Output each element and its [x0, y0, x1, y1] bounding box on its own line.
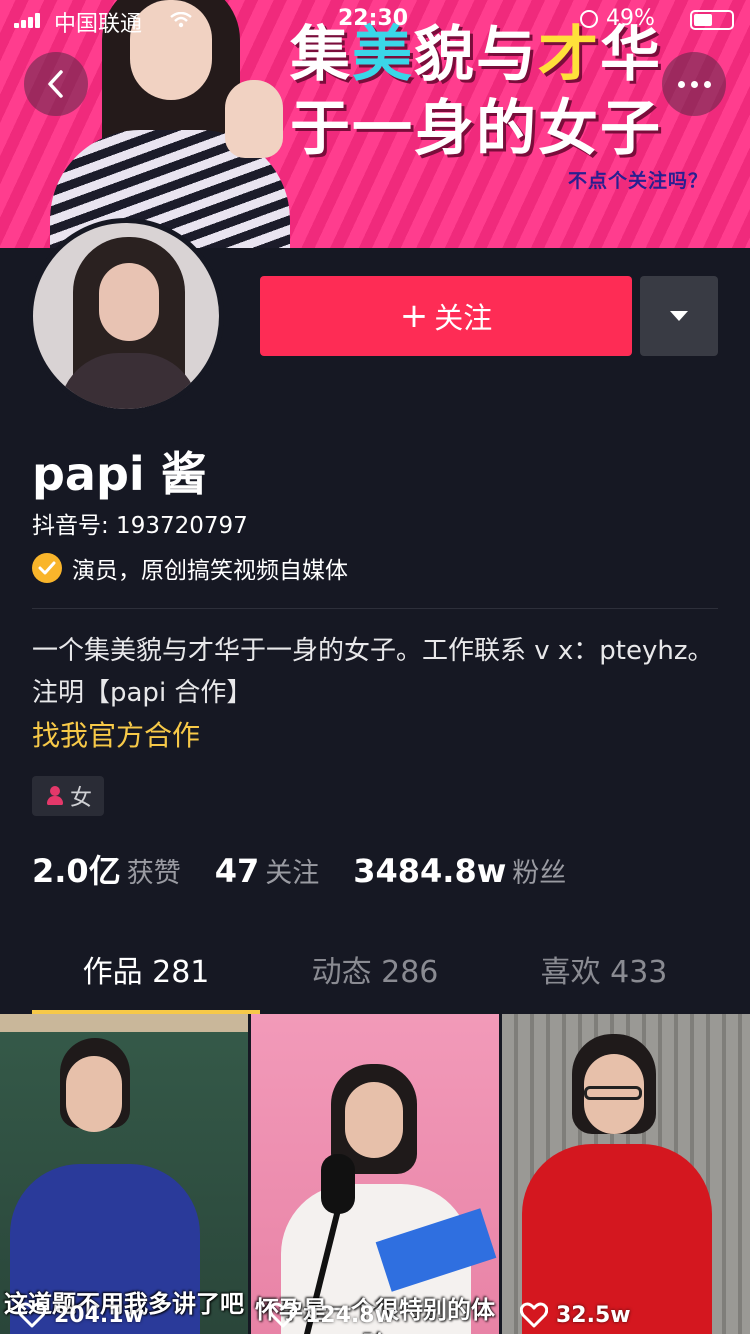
stat-following-value: 47 [214, 852, 260, 890]
video-grid: 这道题不用我多讲了吧 204.1w 怀孕是一个很特别的体验 124.8w 32.… [0, 1014, 750, 1334]
follow-button[interactable]: + 关注 [260, 276, 632, 356]
video-likes-count: 32.5w [556, 1302, 631, 1328]
battery-icon [690, 10, 734, 30]
battery-percent: 49% [606, 6, 655, 31]
gender-tag: 女 [32, 776, 105, 816]
video-likes-count: 204.1w [54, 1302, 144, 1328]
content-tabs: 作品 281 动态 286 喜欢 433 [0, 940, 750, 1014]
tab-activity[interactable]: 动态 286 [261, 940, 489, 1010]
video-tile[interactable]: 怀孕是一个很特别的体验 124.8w [251, 1014, 499, 1334]
stat-followers-label: 粉丝 [512, 858, 567, 889]
stat-following[interactable]: 47 关注 [215, 851, 320, 890]
verified-check-icon [32, 553, 62, 583]
tab-likes[interactable]: 喜欢 433 [490, 940, 718, 1010]
stat-likes-value: 2.0亿 [32, 852, 121, 890]
chevron-left-icon [48, 70, 63, 98]
douyin-id: 抖音号: 193720797 [32, 513, 248, 539]
video-likes: 204.1w [18, 1302, 144, 1328]
recommend-dropdown-button[interactable] [640, 276, 718, 356]
status-bar: 中国联通 22:30 49% [0, 0, 750, 40]
signal-icon [14, 12, 46, 28]
video-likes: 124.8w [269, 1302, 395, 1328]
official-cooperation-link[interactable]: 找我官方合作 [32, 714, 200, 754]
stat-likes-label: 获赞 [126, 858, 181, 889]
more-button[interactable] [662, 52, 726, 116]
banner-line-2: 于一身的女子 [290, 94, 662, 164]
video-likes: 32.5w [520, 1302, 631, 1328]
carrier-name: 中国联通 [54, 12, 143, 37]
avatar[interactable] [28, 218, 224, 414]
divider [32, 608, 718, 609]
rotation-lock-icon [580, 10, 598, 28]
heart-icon [520, 1302, 548, 1328]
caret-down-icon [670, 311, 688, 321]
profile-name: papi 酱 [32, 447, 207, 501]
verification-row: 演员，原创搞笑视频自媒体 [32, 552, 348, 584]
banner-slogan: 集美貌与才华 于一身的女子 [290, 18, 720, 178]
heart-icon [269, 1302, 297, 1328]
banner-subtitle: 不点个关注吗？ [567, 170, 708, 192]
status-time: 22:30 [338, 6, 409, 31]
follow-label: 关注 [434, 301, 493, 335]
verified-text: 演员，原创搞笑视频自媒体 [72, 558, 348, 584]
stat-likes: 2.0亿 获赞 [32, 846, 181, 892]
video-tile[interactable]: 32.5w [502, 1014, 750, 1334]
video-likes-count: 124.8w [305, 1302, 395, 1328]
plus-icon: + [399, 296, 429, 336]
gender-label: 女 [70, 786, 93, 811]
stat-following-label: 关注 [265, 858, 320, 889]
heart-icon [18, 1302, 46, 1328]
tab-works[interactable]: 作品 281 [32, 940, 260, 1010]
video-tile[interactable]: 这道题不用我多讲了吧 204.1w [0, 1014, 248, 1334]
back-button[interactable] [24, 52, 88, 116]
wifi-icon [170, 12, 192, 28]
stat-followers[interactable]: 3484.8w 粉丝 [353, 851, 566, 890]
profile-bio: 一个集美貌与才华于一身的女子。工作联系 v x：pteyhz。注明【papi 合… [32, 636, 714, 708]
profile-stats: 2.0亿 获赞 47 关注 3484.8w 粉丝 [32, 846, 600, 890]
stat-followers-value: 3484.8w [353, 852, 507, 890]
female-icon [44, 784, 66, 808]
more-dots-icon [677, 80, 711, 88]
